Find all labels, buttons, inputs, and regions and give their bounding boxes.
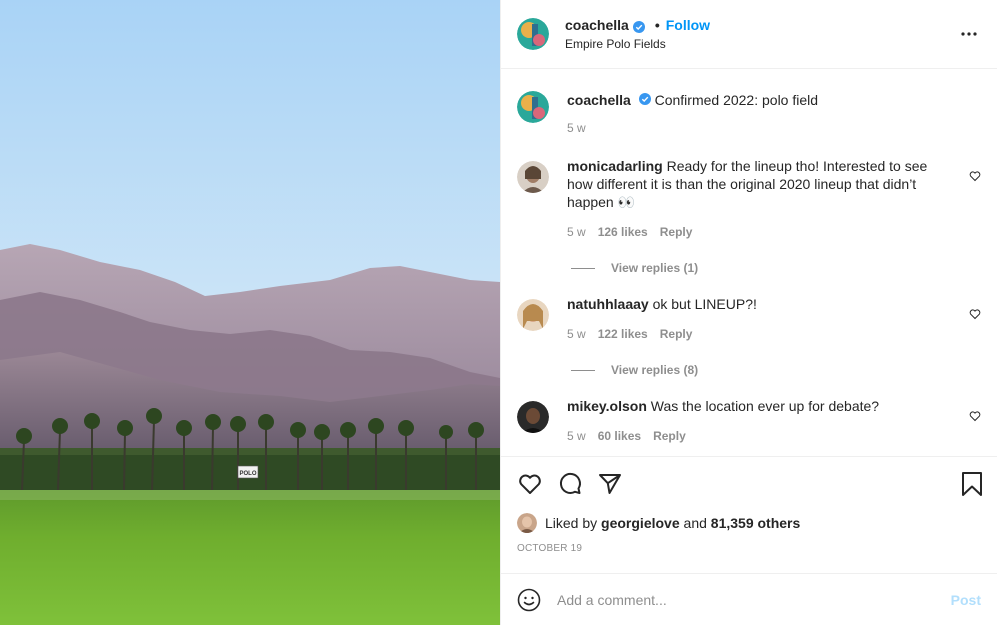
caption-username[interactable]: coachella <box>567 92 631 108</box>
comment-composer: Post <box>501 573 997 625</box>
caption: coachella Confirmed 2022: polo field 5 w <box>517 85 981 135</box>
polo-field-photo: POLO <box>0 0 500 625</box>
caption-text: Confirmed 2022: polo field <box>654 92 819 108</box>
liker-username[interactable]: georgielove <box>601 515 680 531</box>
replies-divider-line <box>571 369 595 371</box>
reply-button[interactable]: Reply <box>660 225 693 239</box>
comment-item: monicadarling Ready for the lineup tho! … <box>517 155 981 239</box>
post-date[interactable]: OCTOBER 19 <box>501 535 997 573</box>
comment-time[interactable]: 5 w <box>567 327 586 341</box>
comment-likes[interactable]: 126 likes <box>598 225 648 239</box>
polo-sign-text: POLO <box>239 471 256 477</box>
comment-text: ok but LINEUP?! <box>652 296 757 312</box>
like-comment-heart-icon[interactable] <box>969 409 981 422</box>
post-location[interactable]: Empire Polo Fields <box>565 36 710 52</box>
caption-author-avatar[interactable] <box>517 91 549 123</box>
comment-time[interactable]: 5 w <box>567 225 586 239</box>
smiley-icon[interactable] <box>517 588 541 612</box>
reply-button[interactable]: Reply <box>653 429 686 443</box>
comment-input[interactable] <box>557 591 951 608</box>
post-comment-button[interactable]: Post <box>951 592 981 608</box>
comment-item: mikey.olson Was the location ever up for… <box>517 395 981 443</box>
author-avatar[interactable] <box>517 18 549 50</box>
post-header: coachella • Follow Empire Polo Fields <box>501 0 997 69</box>
more-options-icon[interactable] <box>957 22 981 46</box>
comment-likes[interactable]: 122 likes <box>598 327 648 341</box>
comment-item: natuhhlaaay ok but LINEUP?! 5 w 122 like… <box>517 293 981 341</box>
author-username[interactable]: coachella <box>565 16 629 34</box>
view-replies-label: View replies (1) <box>611 261 699 275</box>
view-replies-label: View replies (8) <box>611 363 699 377</box>
view-replies-button[interactable]: View replies (8) <box>571 363 981 377</box>
verified-badge-icon <box>638 91 651 105</box>
follow-button[interactable]: Follow <box>666 16 710 34</box>
post-side-panel: coachella • Follow Empire Polo Fields co… <box>500 0 997 625</box>
bookmark-icon[interactable] <box>959 471 985 497</box>
caption-time[interactable]: 5 w <box>567 121 586 135</box>
post-viewer: POLO coachella • Follow Empire Polo Fiel… <box>0 0 997 625</box>
view-replies-button[interactable]: View replies (1) <box>571 261 981 275</box>
likes-summary: Liked by georgielove and 81,359 others <box>501 511 997 535</box>
comment-username[interactable]: mikey.olson <box>567 398 647 414</box>
comment-username[interactable]: monicadarling <box>567 158 663 174</box>
heart-icon[interactable] <box>517 471 543 497</box>
post-actions-bar <box>501 456 997 511</box>
liked-by-prefix: Liked by <box>545 515 598 531</box>
reply-button[interactable]: Reply <box>660 327 693 341</box>
comment-likes[interactable]: 60 likes <box>598 429 641 443</box>
likes-count[interactable]: 81,359 others <box>711 515 801 531</box>
separator-dot: • <box>654 17 660 33</box>
comment-time[interactable]: 5 w <box>567 429 586 443</box>
verified-badge-icon <box>632 19 645 33</box>
like-comment-heart-icon[interactable] <box>969 169 981 182</box>
liked-by-and: and <box>683 515 707 531</box>
comment-text: Was the location ever up for debate? <box>650 398 880 414</box>
commenter-avatar[interactable] <box>517 161 549 193</box>
post-photo[interactable]: POLO <box>0 0 500 625</box>
comments-list[interactable]: coachella Confirmed 2022: polo field 5 w… <box>501 69 997 456</box>
comment-bubble-icon[interactable] <box>557 471 583 497</box>
commenter-avatar[interactable] <box>517 401 549 433</box>
commenter-avatar[interactable] <box>517 299 549 331</box>
comment-username[interactable]: natuhhlaaay <box>567 296 649 312</box>
liker-avatar[interactable] <box>517 513 537 533</box>
paper-plane-icon[interactable] <box>597 471 623 497</box>
replies-divider-line <box>571 267 595 269</box>
like-comment-heart-icon[interactable] <box>969 307 981 320</box>
